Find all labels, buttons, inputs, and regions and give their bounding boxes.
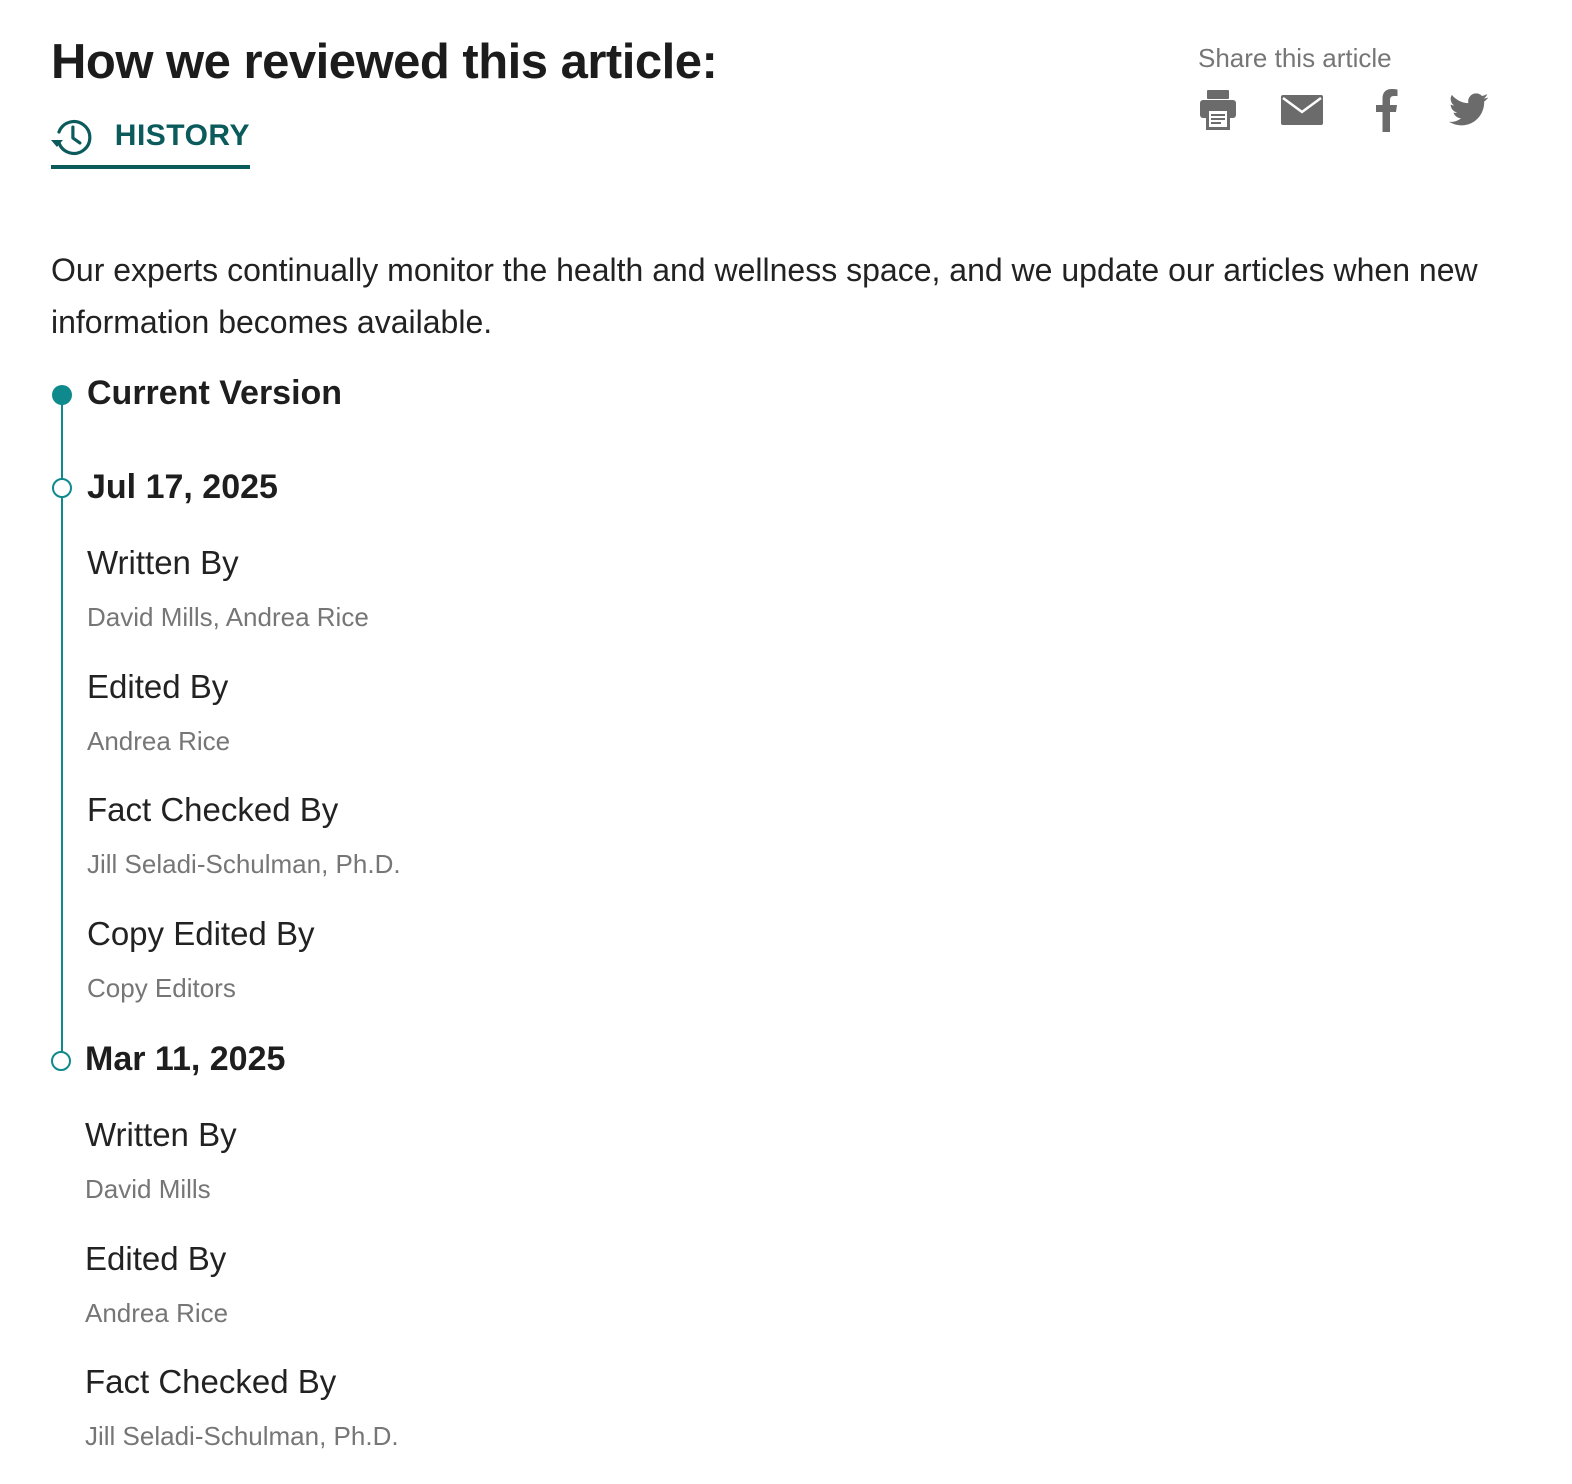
credit-role: Fact Checked By bbox=[85, 1363, 337, 1400]
credit-role: Copy Edited By bbox=[87, 915, 315, 952]
credit-people: Andrea Rice bbox=[85, 1298, 229, 1328]
credit-people: Jill Seladi-Schulman, Ph.D. bbox=[87, 849, 401, 879]
page-title: How we reviewed this article: bbox=[51, 35, 718, 89]
email-icon bbox=[1281, 95, 1323, 125]
version-date: Mar 11, 2025 bbox=[85, 1040, 286, 1078]
credit-role: Fact Checked By bbox=[87, 791, 339, 828]
credit-role: Edited By bbox=[85, 1240, 227, 1277]
timeline-dot-version bbox=[52, 478, 72, 498]
tab-history-label: HISTORY bbox=[114, 119, 250, 152]
history-icon bbox=[51, 119, 92, 156]
twitter-icon bbox=[1449, 93, 1489, 126]
email-button[interactable] bbox=[1280, 88, 1324, 132]
share-label: Share this article bbox=[1198, 43, 1392, 73]
share-panel: Share this article bbox=[1198, 40, 1498, 132]
credit-people: Andrea Rice bbox=[87, 726, 231, 756]
facebook-button[interactable] bbox=[1366, 88, 1406, 132]
tab-history[interactable]: HISTORY bbox=[51, 114, 250, 169]
credit-people: David Mills, Andrea Rice bbox=[87, 602, 369, 632]
credit-people: Jill Seladi-Schulman, Ph.D. bbox=[85, 1421, 399, 1451]
timeline-dot-current bbox=[52, 385, 72, 405]
timeline-dot-version bbox=[51, 1051, 71, 1071]
credit-role: Written By bbox=[85, 1116, 237, 1153]
current-version-title: Current Version bbox=[87, 374, 343, 412]
credit-people: Copy Editors bbox=[87, 973, 236, 1003]
version-date: Jul 17, 2025 bbox=[87, 468, 278, 506]
print-icon bbox=[1200, 90, 1236, 130]
credit-role: Written By bbox=[87, 544, 239, 581]
intro-text: Our experts continually monitor the heal… bbox=[51, 252, 1478, 340]
share-icons bbox=[1198, 88, 1498, 132]
facebook-icon bbox=[1376, 89, 1398, 132]
credit-role: Edited By bbox=[87, 668, 229, 705]
credit-people: David Mills bbox=[85, 1174, 211, 1204]
twitter-button[interactable] bbox=[1448, 88, 1490, 132]
print-button[interactable] bbox=[1198, 88, 1238, 132]
